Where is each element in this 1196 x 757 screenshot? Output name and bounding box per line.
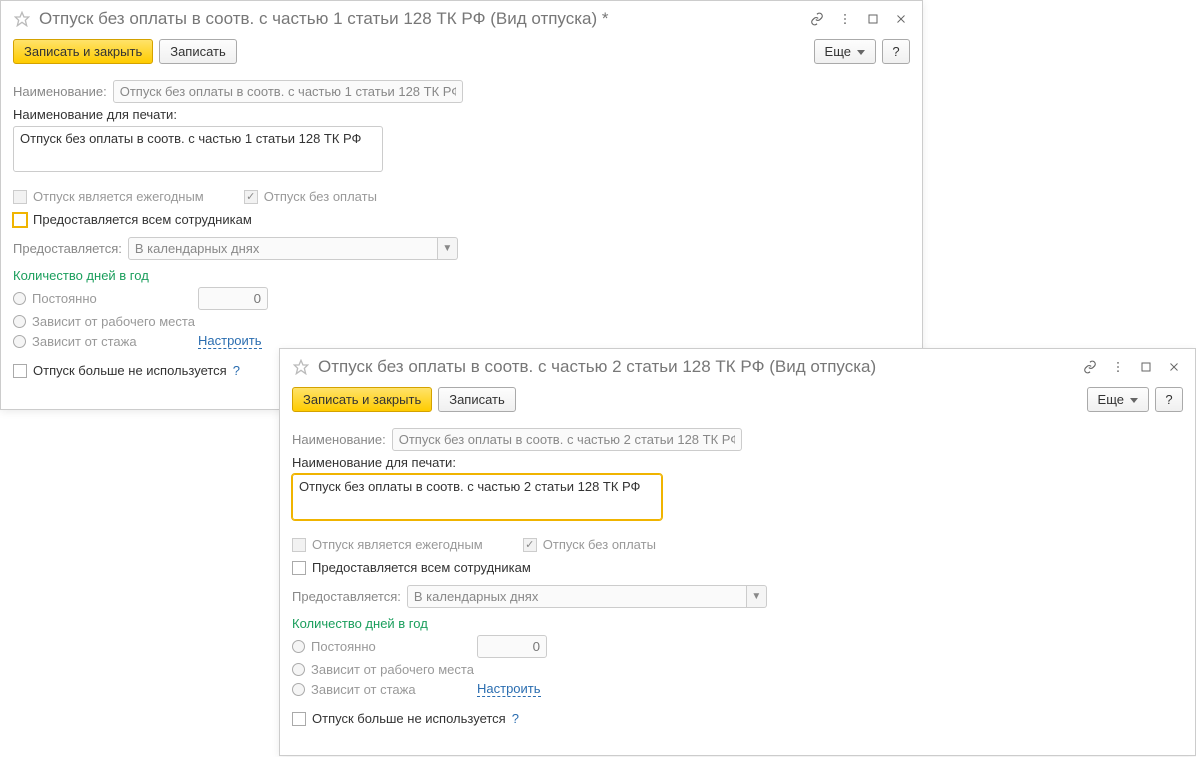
radio-tenure[interactable] — [13, 335, 26, 348]
print-label: Наименование для печати: — [292, 455, 456, 470]
save-close-button[interactable]: Записать и закрыть — [292, 387, 432, 412]
close-icon[interactable] — [892, 10, 910, 28]
save-close-button[interactable]: Записать и закрыть — [13, 39, 153, 64]
star-icon[interactable] — [292, 358, 310, 376]
checkbox-annual — [292, 538, 306, 552]
checkbox-unpaid-label: Отпуск без оплаты — [543, 537, 656, 552]
provided-label: Предоставляется: — [13, 241, 122, 256]
radio-constant[interactable] — [13, 292, 26, 305]
configure-link[interactable]: Настроить — [477, 681, 541, 697]
titlebar: Отпуск без оплаты в соотв. с частью 1 ст… — [1, 1, 922, 35]
link-icon[interactable] — [808, 10, 826, 28]
toolbar: Записать и закрыть Записать Еще ? — [1, 35, 922, 72]
checkbox-unused-label: Отпуск больше не используется — [33, 363, 227, 378]
more-button[interactable]: Еще — [1087, 387, 1149, 412]
provided-label: Предоставляется: — [292, 589, 401, 604]
link-icon[interactable] — [1081, 358, 1099, 376]
constant-days-input[interactable] — [477, 635, 547, 658]
print-textarea[interactable] — [13, 126, 383, 172]
name-label: Наименование: — [13, 84, 107, 99]
radio-workplace[interactable] — [292, 663, 305, 676]
help-icon[interactable]: ? — [512, 711, 519, 726]
checkbox-annual-label: Отпуск является ежегодным — [33, 189, 204, 204]
radio-constant-label: Постоянно — [311, 639, 471, 654]
constant-days-input[interactable] — [198, 287, 268, 310]
print-label: Наименование для печати: — [13, 107, 177, 122]
radio-workplace-label: Зависит от рабочего места — [311, 662, 474, 677]
checkbox-all-employees-label: Предоставляется всем сотрудникам — [312, 560, 531, 575]
help-button[interactable]: ? — [1155, 387, 1183, 412]
radio-workplace[interactable] — [13, 315, 26, 328]
name-input[interactable] — [113, 80, 463, 103]
checkbox-all-employees[interactable] — [13, 213, 27, 227]
checkbox-annual — [13, 190, 27, 204]
checkbox-unused-label: Отпуск больше не используется — [312, 711, 506, 726]
checkbox-unused[interactable] — [13, 364, 27, 378]
save-button[interactable]: Записать — [159, 39, 237, 64]
checkbox-unpaid-label: Отпуск без оплаты — [264, 189, 377, 204]
kebab-icon[interactable] — [836, 10, 854, 28]
chevron-down-icon[interactable]: ▼ — [747, 585, 767, 608]
form-content: Наименование: Наименование для печати: О… — [280, 420, 1195, 738]
chevron-down-icon[interactable]: ▼ — [438, 237, 458, 260]
help-icon[interactable]: ? — [233, 363, 240, 378]
close-icon[interactable] — [1165, 358, 1183, 376]
checkbox-all-employees[interactable] — [292, 561, 306, 575]
name-label: Наименование: — [292, 432, 386, 447]
radio-tenure-label: Зависит от стажа — [311, 682, 471, 697]
titlebar: Отпуск без оплаты в соотв. с частью 2 ст… — [280, 349, 1195, 383]
radio-tenure[interactable] — [292, 683, 305, 696]
maximize-icon[interactable] — [864, 10, 882, 28]
maximize-icon[interactable] — [1137, 358, 1155, 376]
save-button[interactable]: Записать — [438, 387, 516, 412]
window-title: Отпуск без оплаты в соотв. с частью 2 ст… — [318, 357, 1073, 377]
radio-workplace-label: Зависит от рабочего места — [32, 314, 195, 329]
name-input[interactable] — [392, 428, 742, 451]
help-button[interactable]: ? — [882, 39, 910, 64]
form-content: Наименование: Наименование для печати: О… — [1, 72, 922, 390]
print-textarea[interactable] — [292, 474, 662, 520]
radio-constant[interactable] — [292, 640, 305, 653]
checkbox-unused[interactable] — [292, 712, 306, 726]
configure-link[interactable]: Настроить — [198, 333, 262, 349]
provided-select[interactable]: В календарных днях — [407, 585, 747, 608]
days-section-title: Количество дней в год — [13, 268, 910, 283]
star-icon[interactable] — [13, 10, 31, 28]
more-button[interactable]: Еще — [814, 39, 876, 64]
checkbox-unpaid: ✓ — [523, 538, 537, 552]
provided-select[interactable]: В календарных днях — [128, 237, 438, 260]
radio-tenure-label: Зависит от стажа — [32, 334, 192, 349]
kebab-icon[interactable] — [1109, 358, 1127, 376]
days-section-title: Количество дней в год — [292, 616, 1183, 631]
checkbox-unpaid: ✓ — [244, 190, 258, 204]
checkbox-annual-label: Отпуск является ежегодным — [312, 537, 483, 552]
radio-constant-label: Постоянно — [32, 291, 192, 306]
toolbar: Записать и закрыть Записать Еще ? — [280, 383, 1195, 420]
window-title: Отпуск без оплаты в соотв. с частью 1 ст… — [39, 9, 800, 29]
window-leave-type-2: Отпуск без оплаты в соотв. с частью 2 ст… — [279, 348, 1196, 756]
checkbox-all-employees-label: Предоставляется всем сотрудникам — [33, 212, 252, 227]
